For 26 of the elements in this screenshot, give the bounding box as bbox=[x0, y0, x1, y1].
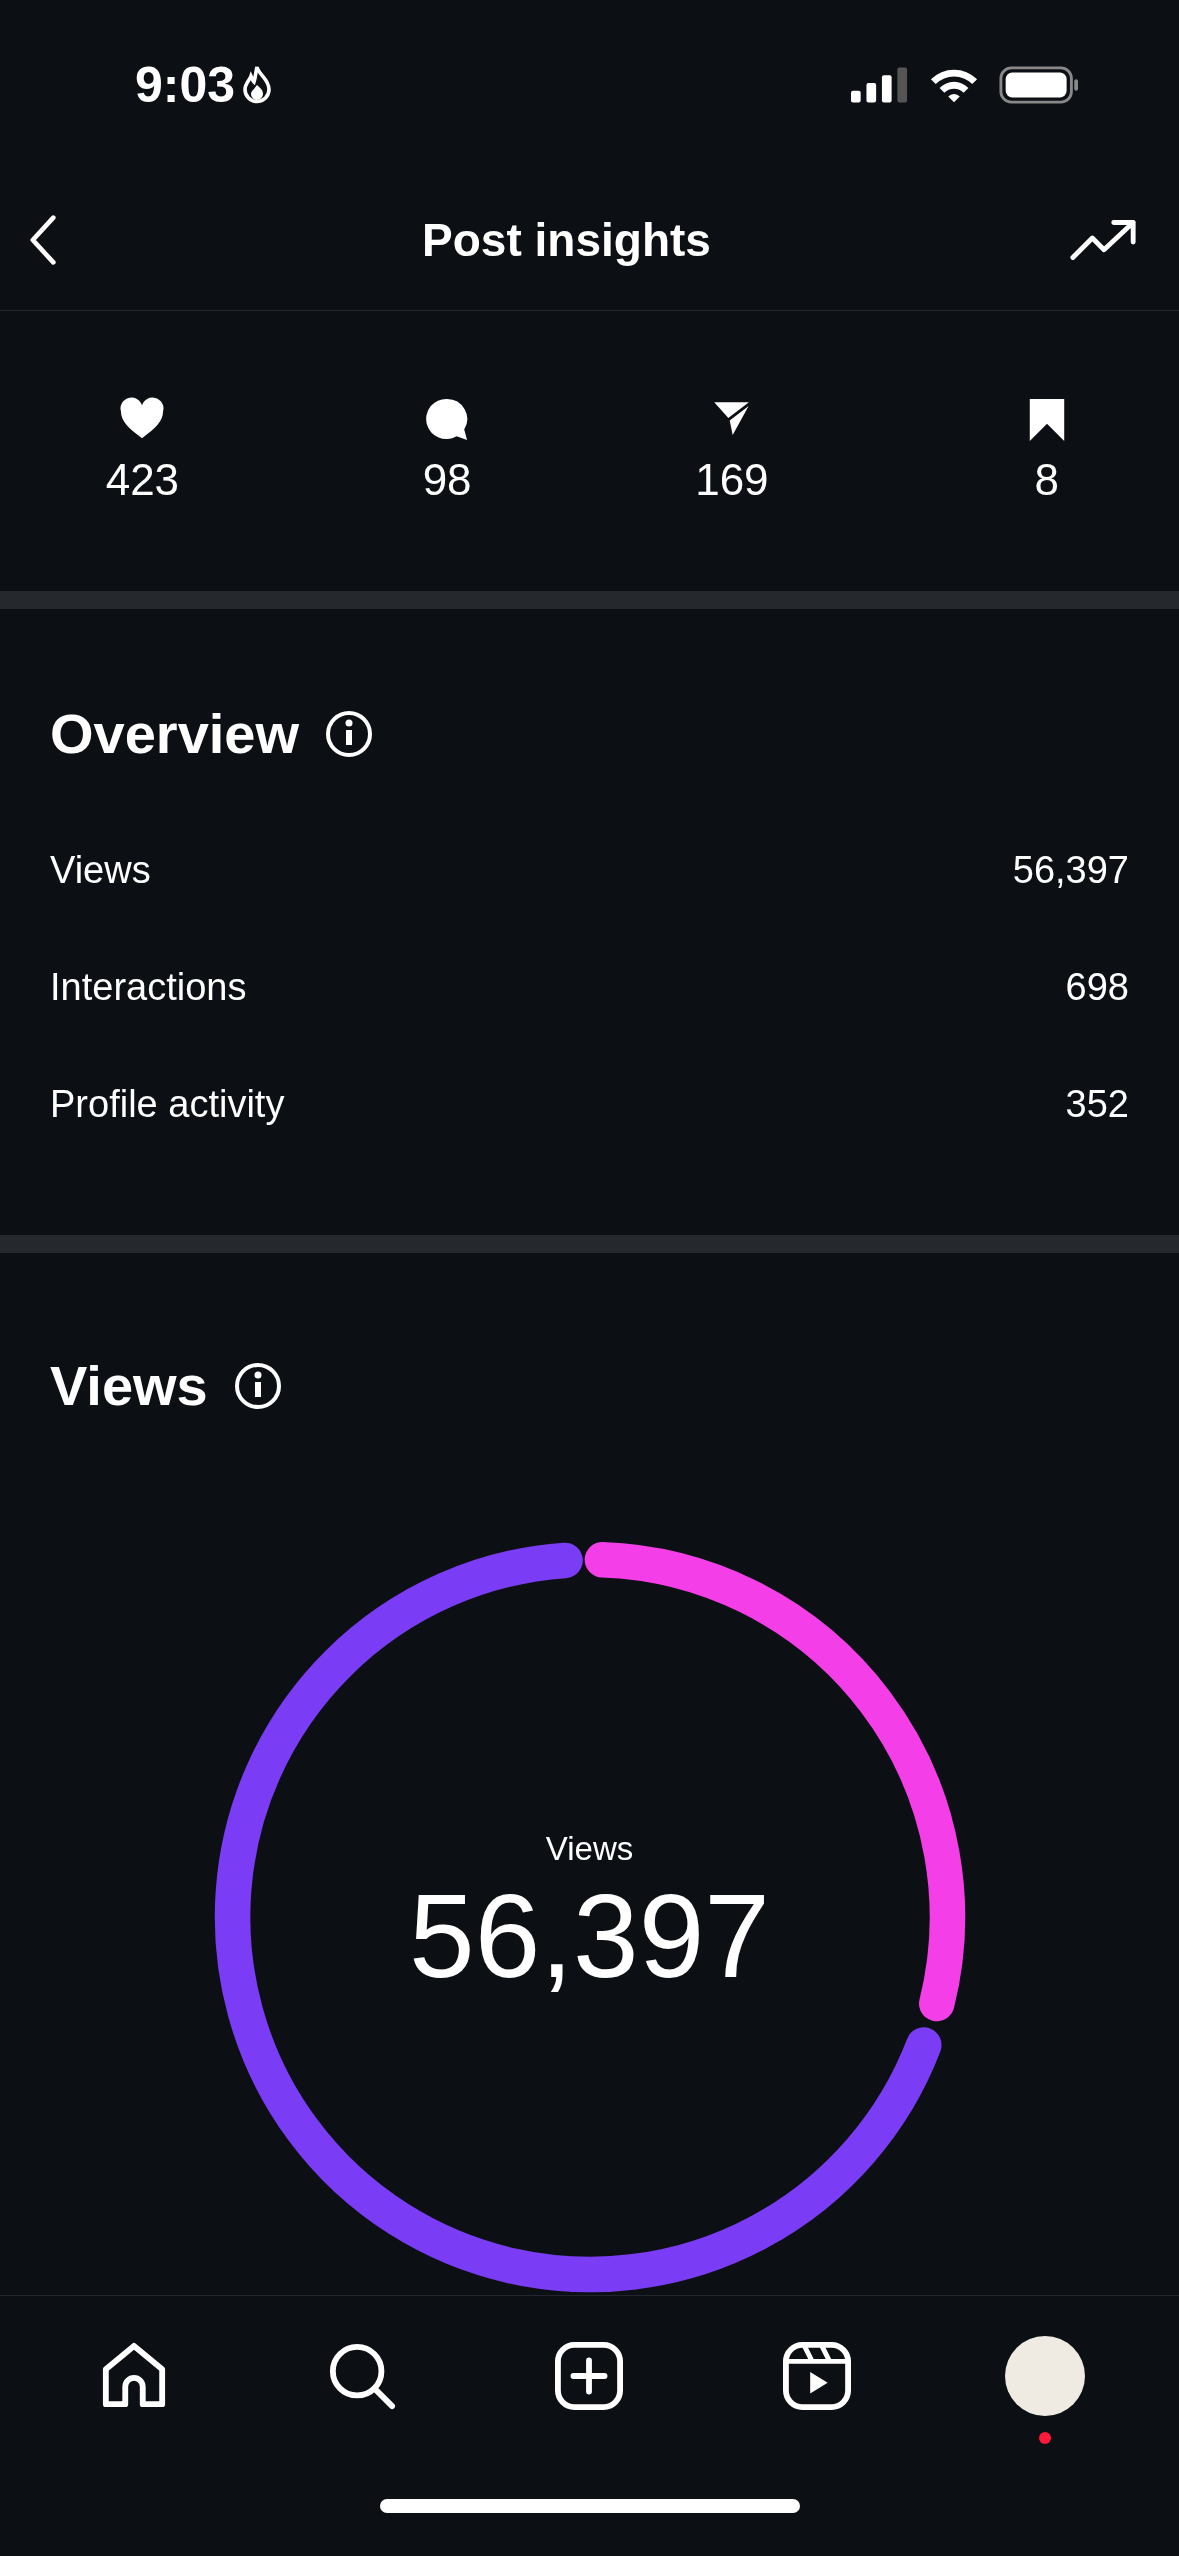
metric-label: Interactions bbox=[50, 966, 247, 1009]
trend-icon[interactable] bbox=[1069, 218, 1139, 262]
avatar[interactable] bbox=[1005, 2336, 1086, 2416]
page-title: Post insights bbox=[422, 213, 711, 267]
metric-label: Profile activity bbox=[50, 1083, 285, 1126]
stat-count: 98 bbox=[422, 455, 472, 505]
status-time: 9:03 bbox=[135, 56, 236, 114]
info-icon[interactable] bbox=[325, 709, 374, 758]
metric-value: 352 bbox=[1065, 1083, 1129, 1126]
chart-center-value: 56,397 bbox=[409, 1869, 770, 2004]
metric-value: 698 bbox=[1065, 966, 1129, 1009]
metric-label: Views bbox=[50, 849, 151, 892]
heart-icon bbox=[119, 397, 166, 441]
stat-count: 423 bbox=[105, 455, 180, 505]
stat-count: 169 bbox=[695, 455, 769, 505]
reels-icon[interactable] bbox=[783, 2342, 852, 2410]
section-title: Overview bbox=[50, 701, 300, 766]
signal-icon bbox=[851, 67, 909, 103]
chart-center-label: Views bbox=[545, 1830, 634, 1868]
metric-value: 56,397 bbox=[1012, 849, 1129, 892]
stat-count: 8 bbox=[1034, 455, 1059, 505]
info-icon[interactable] bbox=[233, 1361, 282, 1410]
search-icon[interactable] bbox=[327, 2342, 396, 2410]
battery-icon bbox=[999, 65, 1079, 105]
section-title: Views bbox=[50, 1353, 208, 1418]
add-icon[interactable] bbox=[555, 2342, 624, 2410]
